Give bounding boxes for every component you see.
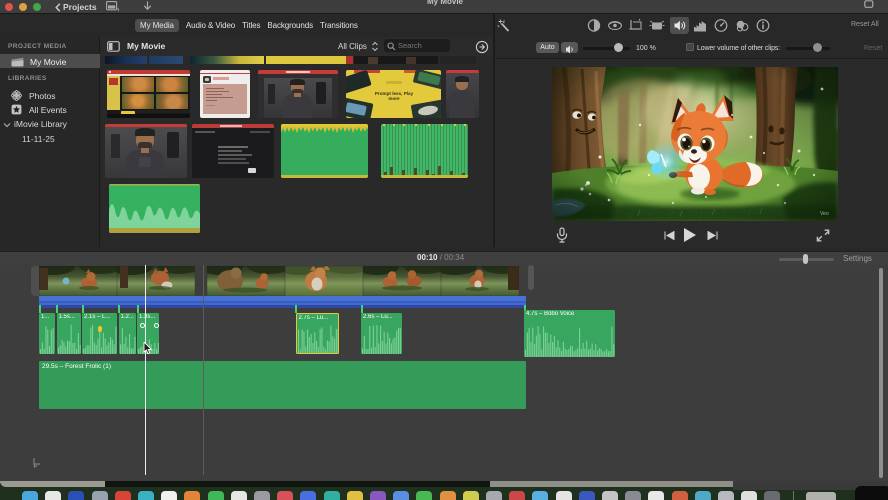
svg-text:Veo: Veo (820, 211, 829, 217)
